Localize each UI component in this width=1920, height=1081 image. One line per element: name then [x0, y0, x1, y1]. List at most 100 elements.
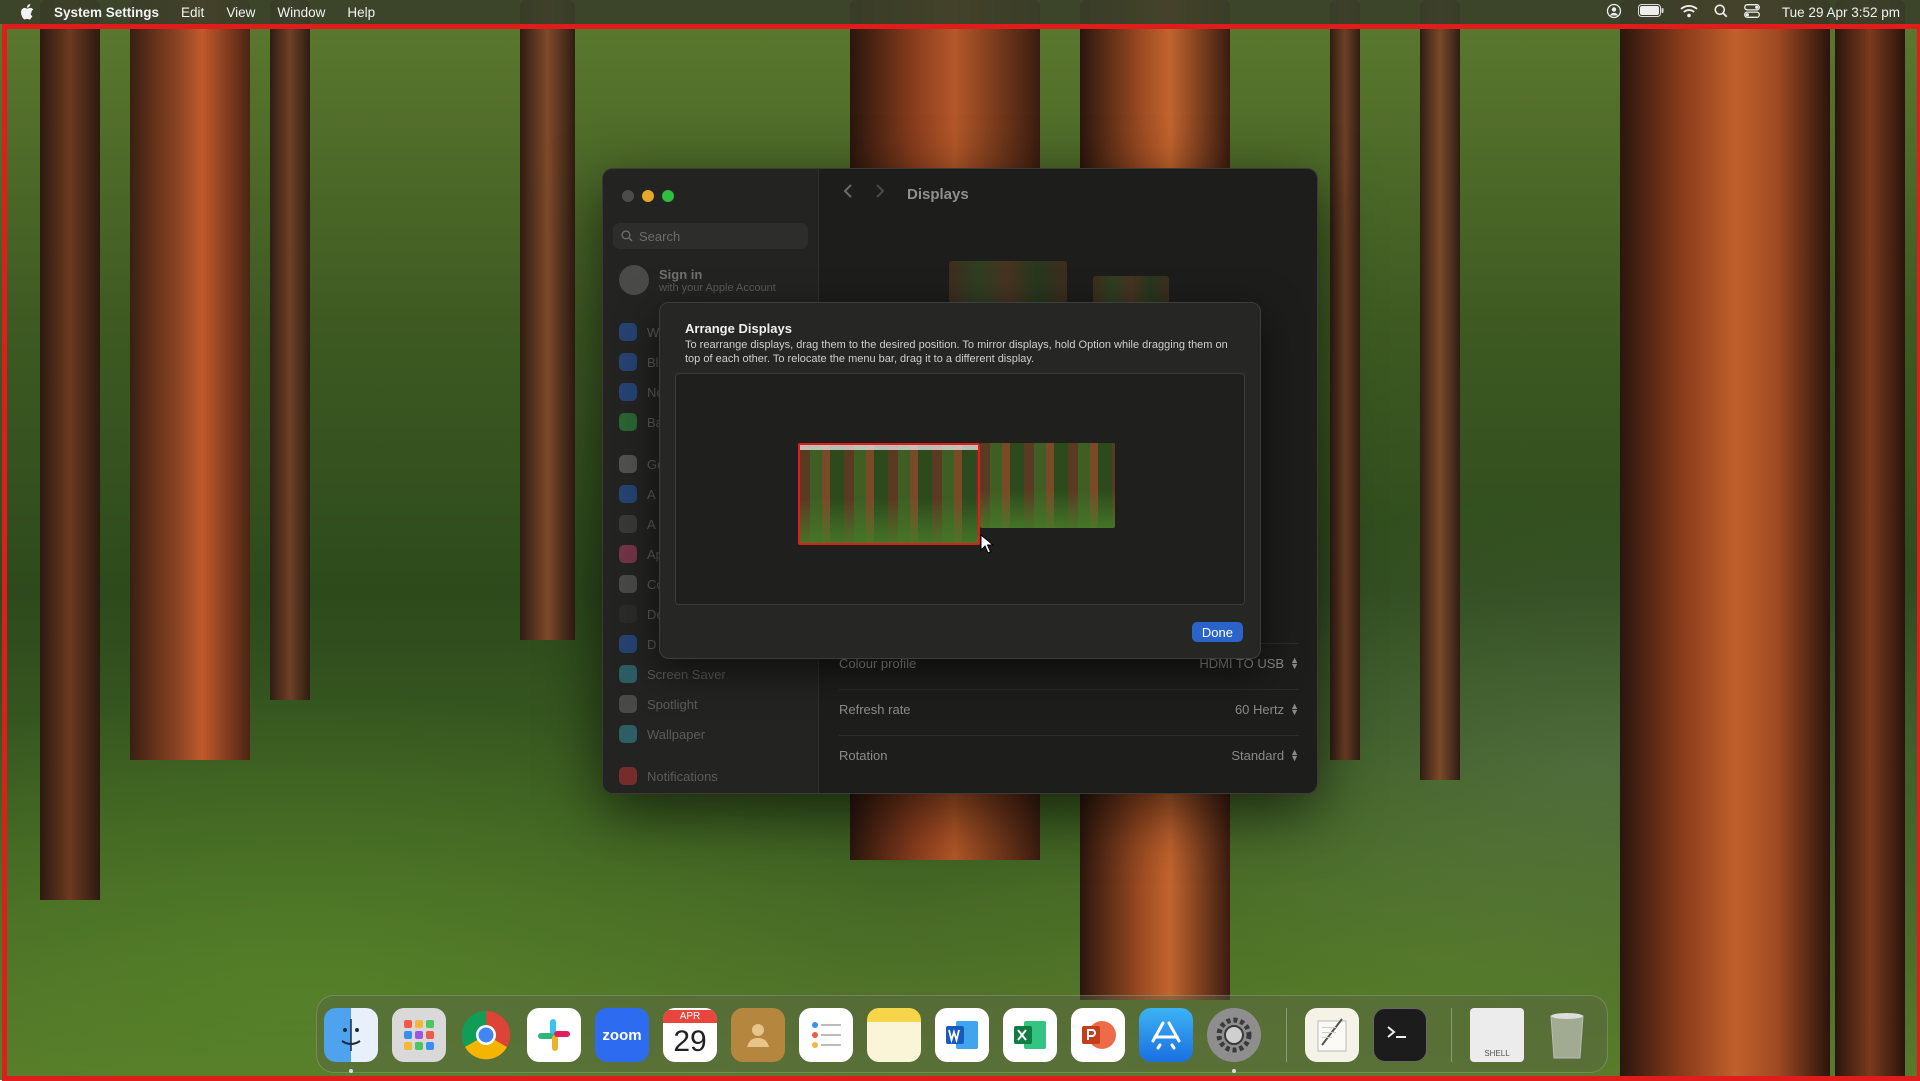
sidebar-item-general[interactable]: Ge [619, 455, 664, 473]
gear-icon [619, 455, 637, 473]
notes-icon[interactable] [867, 1008, 921, 1062]
sidebar-item-control-centre[interactable]: Co [619, 575, 664, 593]
stepper-icon: ▲ ▼ [1290, 655, 1299, 671]
display-main[interactable] [798, 443, 980, 545]
dock-separator [1451, 1008, 1452, 1062]
sheet-title: Arrange Displays [685, 321, 792, 336]
sidebar-item-displays[interactable]: D [619, 635, 656, 653]
sidebar-signin[interactable]: Sign in with your Apple Account [619, 265, 776, 295]
word-icon[interactable] [935, 1008, 989, 1062]
slack-icon[interactable] [527, 1008, 581, 1062]
menu-edit[interactable]: Edit [181, 5, 204, 20]
nav-arrows [843, 183, 885, 204]
signin-title: Sign in [659, 266, 703, 282]
zoom-button[interactable] [662, 190, 674, 202]
terminal-icon[interactable] [1373, 1008, 1427, 1062]
sidebar-item-wifi[interactable]: W [619, 323, 659, 341]
zoom-icon[interactable]: zoom [595, 1008, 649, 1062]
refresh-rate-row[interactable]: Refresh rate 60 Hertz ▲ ▼ [839, 689, 1299, 728]
wallpaper-icon [619, 725, 637, 743]
avatar [619, 265, 649, 295]
done-button[interactable]: Done [1191, 622, 1243, 642]
menu-help[interactable]: Help [347, 5, 375, 20]
sidebar-item-battery[interactable]: Ba [619, 413, 663, 431]
back-arrow-icon[interactable] [843, 183, 853, 204]
sidebar-item-bluetooth[interactable]: Bl [619, 353, 659, 371]
sidebar-item-spotlight[interactable]: Spotlight [619, 695, 698, 713]
stepper-icon: ▲ ▼ [1290, 701, 1299, 717]
sidebar-item-desktop-dock[interactable]: De [619, 605, 664, 623]
sidebar-search-field[interactable]: Search [613, 223, 808, 249]
sidebar-item-apple-intelligence[interactable]: Ap [619, 545, 663, 563]
launchpad-icon[interactable] [392, 1008, 446, 1062]
arrangement-canvas [675, 373, 1245, 605]
display-thumbnail-main[interactable] [949, 261, 1067, 303]
page-title: Displays [907, 186, 969, 203]
contacts-icon[interactable] [731, 1008, 785, 1062]
menu-bar: System Settings Edit View Window Help Tu… [0, 0, 1920, 24]
appearance-icon [619, 515, 637, 533]
shell-file-icon[interactable]: SHELL [1470, 1008, 1524, 1062]
spotlight-icon [619, 695, 637, 713]
menu-clock[interactable]: Tue 29 Apr 3:52 pm [1782, 5, 1900, 20]
screen-saver-icon [619, 665, 637, 683]
close-button[interactable] [622, 190, 634, 202]
dock-icon [619, 605, 637, 623]
wifi-icon [619, 323, 637, 341]
forward-arrow-icon[interactable] [875, 183, 885, 204]
running-indicator [349, 1069, 353, 1073]
mouse-cursor-icon [980, 533, 996, 559]
search-placeholder: Search [639, 228, 681, 244]
wifi-icon[interactable] [1680, 4, 1698, 21]
minimize-button[interactable] [642, 190, 654, 202]
arrange-displays-sheet: Arrange Displays To rearrange displays, … [659, 302, 1261, 659]
rotation-label: Rotation [839, 747, 888, 763]
stepper-icon: ▲ ▼ [1290, 747, 1299, 763]
sidebar-item-notifications[interactable]: Notifications [619, 767, 718, 785]
battery-icon[interactable] [1637, 4, 1664, 20]
menu-bar-handle[interactable] [800, 445, 978, 450]
finder-icon[interactable] [324, 1008, 378, 1062]
battery-icon [619, 413, 637, 431]
control-center-icon[interactable] [1743, 3, 1760, 21]
sidebar-item-accessibility[interactable]: A [619, 485, 656, 503]
running-indicator [1232, 1069, 1236, 1073]
calendar-icon[interactable]: APR 29 [663, 1008, 717, 1062]
refresh-rate-label: Refresh rate [839, 701, 911, 717]
refresh-rate-value: 60 Hertz [1234, 701, 1285, 717]
app-store-icon[interactable] [1139, 1008, 1193, 1062]
system-settings-icon[interactable] [1207, 1008, 1261, 1062]
sidebar-item-network[interactable]: Ne [619, 383, 664, 401]
apple-logo-icon[interactable] [20, 4, 40, 20]
notifications-icon [619, 767, 637, 785]
rotation-row[interactable]: Rotation Standard ▲ ▼ [839, 735, 1299, 774]
dock-separator [1286, 1008, 1287, 1062]
user-account-icon[interactable] [1606, 3, 1622, 22]
search-icon [621, 230, 633, 242]
accessibility-icon [619, 485, 637, 503]
window-controls [622, 190, 674, 202]
display-secondary[interactable] [980, 443, 1115, 528]
reminders-icon[interactable] [799, 1008, 853, 1062]
sidebar-item-appearance[interactable]: A [619, 515, 656, 533]
trash-icon[interactable] [1540, 1008, 1594, 1062]
network-icon [619, 383, 637, 401]
chrome-icon[interactable] [459, 1008, 513, 1062]
display-thumbnail-secondary[interactable] [1093, 276, 1169, 304]
signin-subtitle: with your Apple Account [659, 281, 776, 294]
menu-window[interactable]: Window [277, 5, 325, 20]
menu-app-name[interactable]: System Settings [54, 5, 159, 20]
powerpoint-icon[interactable] [1071, 1008, 1125, 1062]
sidebar-item-wallpaper[interactable]: Wallpaper [619, 725, 705, 743]
menu-view[interactable]: View [226, 5, 255, 20]
rotation-value: Standard [1231, 747, 1285, 763]
textedit-icon[interactable] [1305, 1008, 1359, 1062]
display-icon [619, 635, 637, 653]
control-center-icon [619, 575, 637, 593]
excel-icon[interactable] [1003, 1008, 1057, 1062]
spotlight-search-icon[interactable] [1714, 4, 1728, 21]
sheet-description: To rearrange displays, drag them to the … [685, 339, 1228, 365]
bluetooth-icon [619, 353, 637, 371]
sidebar-item-screen-saver[interactable]: Screen Saver [619, 665, 726, 683]
apple-intelligence-icon [619, 545, 637, 563]
